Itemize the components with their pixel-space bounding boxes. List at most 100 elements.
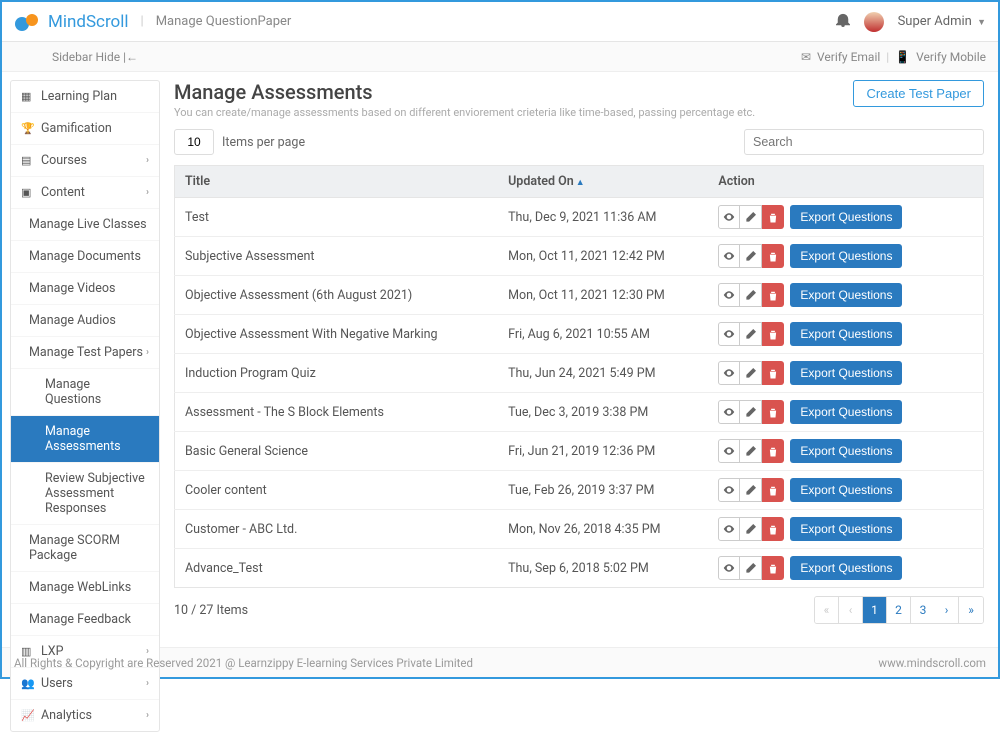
subbar: Sidebar Hide |← ✉ Verify Email | 📱 Verif… [2, 42, 998, 72]
cell-title: Basic General Science [175, 432, 499, 471]
brand-name: MindScroll [48, 12, 129, 32]
export-questions-button[interactable]: Export Questions [790, 400, 902, 424]
sort-asc-icon: ▲ [576, 178, 585, 188]
sidebar-item-documents[interactable]: Manage Documents [11, 241, 159, 273]
cell-updated: Mon, Nov 26, 2018 4:35 PM [498, 510, 708, 549]
avatar[interactable] [864, 12, 884, 32]
export-questions-button[interactable]: Export Questions [790, 205, 902, 229]
sidebar-item-analytics[interactable]: 📈Analytics› [11, 700, 159, 731]
logo-icon [14, 12, 42, 32]
page-prev-button[interactable]: ‹ [839, 597, 863, 623]
view-button[interactable] [718, 439, 740, 463]
export-questions-button[interactable]: Export Questions [790, 478, 902, 502]
edit-button[interactable] [740, 478, 762, 502]
sidebar-item-users[interactable]: 👥Users› [11, 668, 159, 700]
edit-button[interactable] [740, 283, 762, 307]
page-first-button[interactable]: « [815, 597, 839, 623]
sidebar-item-audios[interactable]: Manage Audios [11, 305, 159, 337]
column-header-title[interactable]: Title [175, 166, 499, 198]
view-button[interactable] [718, 361, 740, 385]
chevron-right-icon: › [146, 187, 149, 198]
delete-button[interactable] [762, 400, 784, 424]
search-input[interactable] [744, 129, 984, 155]
export-questions-button[interactable]: Export Questions [790, 361, 902, 385]
verify-email-link[interactable]: Verify Email [817, 50, 880, 64]
table-row: Objective Assessment With Negative Marki… [175, 315, 984, 354]
page-number-button[interactable]: 2 [887, 597, 911, 623]
sidebar-item-scorm[interactable]: Manage SCORM Package [11, 525, 159, 572]
view-button[interactable] [718, 517, 740, 541]
pagination: « ‹ 123 › » [814, 596, 984, 624]
delete-button[interactable] [762, 439, 784, 463]
export-questions-button[interactable]: Export Questions [790, 517, 902, 541]
items-per-page-input[interactable] [174, 129, 214, 155]
bell-icon[interactable] [836, 13, 850, 31]
edit-button[interactable] [740, 244, 762, 268]
view-button[interactable] [718, 205, 740, 229]
verify-mobile-link[interactable]: Verify Mobile [916, 50, 986, 64]
edit-button[interactable] [740, 439, 762, 463]
delete-button[interactable] [762, 517, 784, 541]
edit-button[interactable] [740, 322, 762, 346]
table-row: Basic General ScienceFri, Jun 21, 2019 1… [175, 432, 984, 471]
edit-button[interactable] [740, 517, 762, 541]
sidebar-item-review-subjective[interactable]: Review Subjective Assessment Responses [11, 463, 159, 525]
export-questions-button[interactable]: Export Questions [790, 556, 902, 580]
user-menu[interactable]: Super Admin ▼ [898, 14, 986, 29]
view-button[interactable] [718, 400, 740, 424]
view-button[interactable] [718, 478, 740, 502]
sidebar-item-feedback[interactable]: Manage Feedback [11, 604, 159, 636]
sidebar-hide-link[interactable]: Sidebar Hide |← [52, 50, 138, 64]
column-header-updated[interactable]: Updated On▲ [498, 166, 708, 198]
sidebar-item-content[interactable]: ▣Content› [11, 177, 159, 209]
sidebar-item-learning-plan[interactable]: ▦Learning Plan [11, 81, 159, 113]
page-subtitle: You can create/manage assessments based … [174, 106, 755, 119]
delete-button[interactable] [762, 361, 784, 385]
logo[interactable]: MindScroll [14, 12, 129, 32]
view-button[interactable] [718, 322, 740, 346]
edit-button[interactable] [740, 400, 762, 424]
delete-button[interactable] [762, 244, 784, 268]
export-questions-button[interactable]: Export Questions [790, 322, 902, 346]
sidebar-item-questions[interactable]: Manage Questions [11, 369, 159, 416]
table-row: Induction Program QuizThu, Jun 24, 2021 … [175, 354, 984, 393]
edit-button[interactable] [740, 361, 762, 385]
file-icon: ▣ [21, 186, 35, 199]
delete-button[interactable] [762, 205, 784, 229]
export-questions-button[interactable]: Export Questions [790, 244, 902, 268]
table-row: Assessment - The S Block ElementsTue, De… [175, 393, 984, 432]
delete-button[interactable] [762, 556, 784, 580]
view-button[interactable] [718, 283, 740, 307]
export-questions-button[interactable]: Export Questions [790, 439, 902, 463]
trophy-icon: 🏆 [21, 122, 35, 135]
delete-button[interactable] [762, 322, 784, 346]
sidebar-item-live-classes[interactable]: Manage Live Classes [11, 209, 159, 241]
sidebar-item-videos[interactable]: Manage Videos [11, 273, 159, 305]
page-last-button[interactable]: » [959, 597, 983, 623]
items-per-page-label: Items per page [222, 135, 305, 150]
cell-updated: Tue, Dec 3, 2019 3:38 PM [498, 393, 708, 432]
table-row: Subjective AssessmentMon, Oct 11, 2021 1… [175, 237, 984, 276]
edit-button[interactable] [740, 205, 762, 229]
sidebar-item-gamification[interactable]: 🏆Gamification [11, 113, 159, 145]
cell-updated: Fri, Aug 6, 2021 10:55 AM [498, 315, 708, 354]
edit-button[interactable] [740, 556, 762, 580]
sidebar-item-courses[interactable]: ▤Courses› [11, 145, 159, 177]
export-questions-button[interactable]: Export Questions [790, 283, 902, 307]
cell-updated: Mon, Oct 11, 2021 12:42 PM [498, 237, 708, 276]
cell-title: Induction Program Quiz [175, 354, 499, 393]
sidebar-item-assessments[interactable]: Manage Assessments [11, 416, 159, 463]
cell-title: Assessment - The S Block Elements [175, 393, 499, 432]
page-number-button[interactable]: 1 [863, 597, 887, 623]
delete-button[interactable] [762, 283, 784, 307]
column-header-action: Action [708, 166, 983, 198]
view-button[interactable] [718, 556, 740, 580]
page-next-button[interactable]: › [935, 597, 959, 623]
page-number-button[interactable]: 3 [911, 597, 935, 623]
create-test-paper-button[interactable]: Create Test Paper [853, 80, 984, 107]
sidebar-item-test-papers[interactable]: Manage Test Papers› [11, 337, 159, 369]
delete-button[interactable] [762, 478, 784, 502]
footer-link[interactable]: www.mindscroll.com [878, 656, 986, 670]
sidebar-item-weblinks[interactable]: Manage WebLinks [11, 572, 159, 604]
view-button[interactable] [718, 244, 740, 268]
